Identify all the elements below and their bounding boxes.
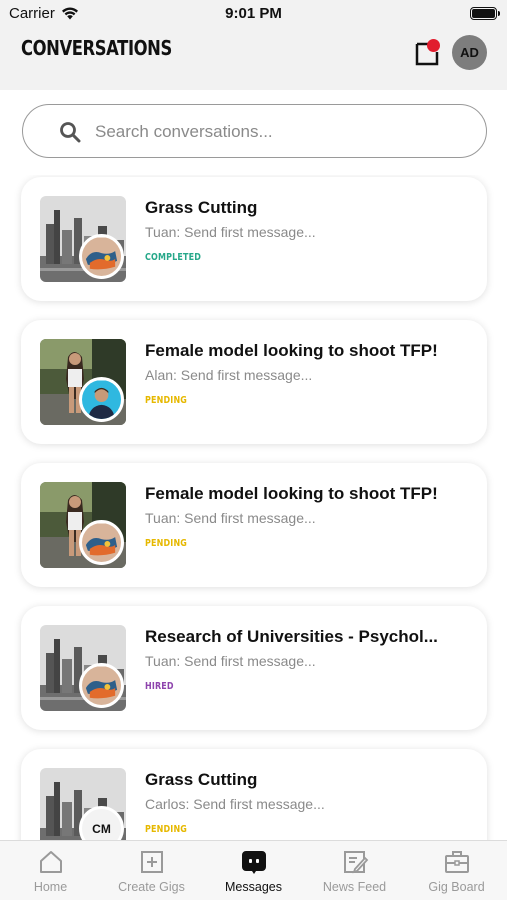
briefcase-icon: [444, 851, 469, 873]
conversation-list: Grass Cutting Tuan: Send first message..…: [0, 175, 507, 840]
tab-label: Home: [33, 880, 68, 894]
clock: 9:01 PM: [225, 5, 282, 22]
conversation-card[interactable]: Female model looking to shoot TFP! Tuan:…: [21, 463, 487, 587]
plus-square-icon: [140, 851, 163, 873]
status-badge: HIRED: [145, 681, 174, 692]
last-message: Alan: Send first message...: [145, 367, 313, 383]
conversation-card[interactable]: CM Grass Cutting Carlos: Send first mess…: [21, 749, 487, 840]
last-message: Tuan: Send first message...: [145, 653, 316, 669]
conversation-title: Female model looking to shoot TFP!: [145, 341, 438, 360]
tab-label: Create Gigs: [118, 880, 185, 894]
status-badge: PENDING: [145, 395, 188, 406]
tab-news-feed[interactable]: News Feed: [304, 841, 405, 900]
tab-label: Messages: [225, 880, 282, 894]
search-input[interactable]: [95, 119, 465, 145]
conversation-title: Research of Universities - Psychol...: [145, 627, 438, 646]
search-bar: [22, 104, 487, 158]
conversation-title: Grass Cutting: [145, 770, 258, 789]
tab-label: News Feed: [322, 880, 387, 894]
header: CONVERSATIONS AD: [0, 28, 507, 90]
tab-bar: Home Create Gigs Messages News Feed Gig …: [0, 840, 507, 900]
page-title: CONVERSATIONS: [21, 36, 172, 60]
user-avatar: [79, 520, 124, 565]
notification-badge: [427, 39, 440, 52]
status-badge: PENDING: [145, 538, 188, 549]
user-avatar: [79, 377, 124, 422]
tab-home[interactable]: Home: [0, 841, 101, 900]
status-badge: PENDING: [145, 824, 188, 835]
tab-create-gigs[interactable]: Create Gigs: [101, 841, 202, 900]
conversation-card[interactable]: Research of Universities - Psychol... Tu…: [21, 606, 487, 730]
conversation-card[interactable]: Grass Cutting Tuan: Send first message..…: [21, 177, 487, 301]
edit-icon: [343, 851, 368, 874]
chat-icon: [241, 851, 266, 874]
last-message: Tuan: Send first message...: [145, 510, 316, 526]
battery-icon: [470, 7, 500, 20]
tab-label: Gig Board: [428, 880, 485, 894]
avatar[interactable]: AD: [452, 35, 487, 70]
tab-gig-board[interactable]: Gig Board: [406, 841, 507, 900]
last-message: Tuan: Send first message...: [145, 224, 316, 240]
tab-messages[interactable]: Messages: [203, 841, 304, 900]
user-avatar: [79, 663, 124, 708]
search-icon: [60, 122, 81, 143]
conversation-title: Female model looking to shoot TFP!: [145, 484, 438, 503]
status-badge: COMPLETED: [145, 252, 202, 263]
user-avatar: [79, 234, 124, 279]
home-icon: [39, 851, 62, 873]
last-message: Carlos: Send first message...: [145, 796, 325, 812]
status-bar: Carrier 9:01 PM: [0, 0, 507, 28]
conversation-title: Grass Cutting: [145, 198, 258, 217]
conversation-card[interactable]: Female model looking to shoot TFP! Alan:…: [21, 320, 487, 444]
